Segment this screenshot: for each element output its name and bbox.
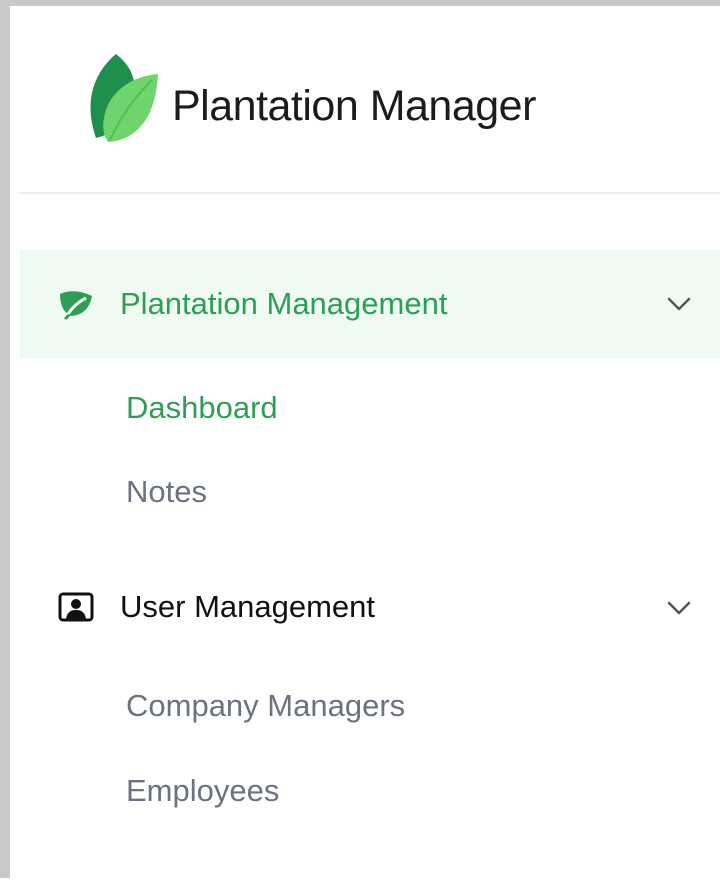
nav-item-employees[interactable]: Employees [126, 773, 279, 809]
nav-item-company-managers[interactable]: Company Managers [126, 688, 405, 724]
nav-group-user-management[interactable]: User Management [20, 552, 720, 660]
leaf-icon [56, 284, 96, 324]
chevron-down-icon[interactable] [664, 593, 694, 623]
nav-item-dashboard[interactable]: Dashboard [126, 390, 278, 426]
chevron-down-icon[interactable] [664, 289, 694, 319]
window-frame: Plantation Manager Plantation Management… [0, 0, 720, 884]
nav-group-plantation-management[interactable]: Plantation Management [20, 250, 720, 358]
nav-group-label: Plantation Management [120, 286, 448, 321]
brand-header[interactable]: Plantation Manager [20, 12, 720, 194]
user-card-icon [56, 588, 96, 628]
nav-item-notes[interactable]: Notes [126, 474, 207, 510]
app-title: Plantation Manager [172, 82, 536, 130]
nav-group-label: User Management [120, 589, 376, 624]
leaf-logo-icon [82, 52, 160, 142]
sidebar: Plantation Manager Plantation Management… [20, 12, 720, 884]
